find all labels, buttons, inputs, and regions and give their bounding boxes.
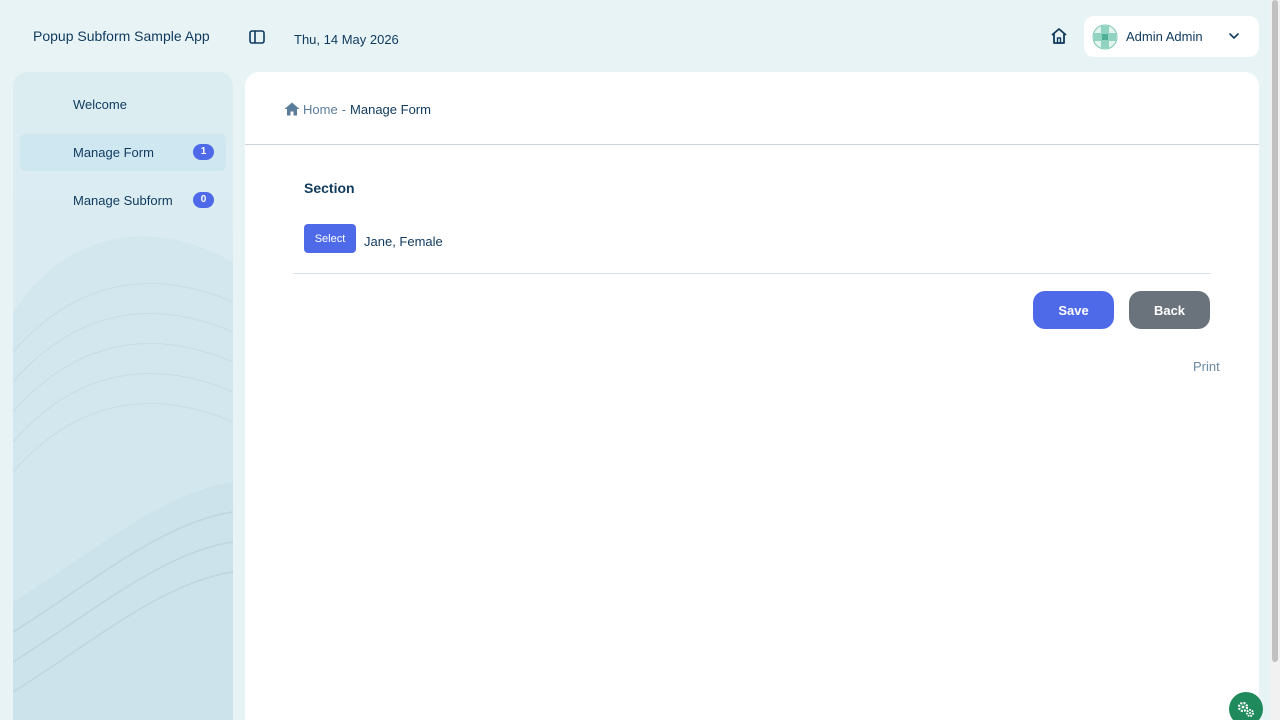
- header-divider: [245, 144, 1259, 145]
- breadcrumb-current: Manage Form: [350, 101, 431, 117]
- sidebar-toggle-button[interactable]: [249, 30, 265, 44]
- sidebar-item-label: Manage Subform: [73, 193, 173, 208]
- sidebar-item-manage-form[interactable]: Manage Form 1: [20, 134, 226, 171]
- sidebar-item-manage-subform[interactable]: Manage Subform 0: [20, 182, 226, 219]
- back-button[interactable]: Back: [1129, 291, 1210, 329]
- count-badge: 1: [193, 144, 214, 160]
- dunes-background: [13, 236, 233, 720]
- select-button[interactable]: Select: [304, 224, 356, 253]
- current-date: Thu, 14 May 2026: [294, 32, 399, 47]
- chevron-down-icon[interactable]: [1227, 29, 1241, 43]
- sidebar-item-label: Manage Form: [73, 145, 154, 160]
- sidebar-item-welcome[interactable]: Welcome: [20, 86, 226, 123]
- breadcrumb-separator: -: [341, 101, 347, 117]
- sidebar-item-label: Welcome: [73, 97, 127, 112]
- user-menu[interactable]: Admin Admin: [1084, 16, 1259, 57]
- breadcrumb-home-link[interactable]: Home: [303, 102, 338, 117]
- home-icon: [284, 102, 300, 116]
- settings-fab[interactable]: [1229, 692, 1263, 720]
- breadcrumb: Home - Manage Form: [284, 101, 431, 117]
- home-icon: [1051, 28, 1067, 44]
- selected-value: Jane, Female: [364, 234, 443, 249]
- print-link[interactable]: Print: [1193, 359, 1220, 374]
- save-button[interactable]: Save: [1033, 291, 1114, 329]
- scrollbar-thumb[interactable]: [1272, 0, 1278, 662]
- section-title: Section: [304, 180, 355, 196]
- main-content: Home - Manage Form Section Select Jane, …: [245, 72, 1259, 720]
- sidebar-toggle-icon: [249, 30, 265, 44]
- user-name: Admin Admin: [1126, 29, 1203, 44]
- app-title: Popup Subform Sample App: [33, 28, 210, 44]
- form-divider: [293, 273, 1211, 274]
- top-bar: Popup Subform Sample App Thu, 14 May 202…: [0, 0, 1280, 72]
- home-button[interactable]: [1050, 27, 1068, 45]
- sidebar: Welcome Manage Form 1 Manage Subform 0: [13, 72, 233, 720]
- gears-icon: [1237, 701, 1254, 717]
- avatar-icon: [1092, 24, 1118, 50]
- count-badge: 0: [193, 192, 214, 208]
